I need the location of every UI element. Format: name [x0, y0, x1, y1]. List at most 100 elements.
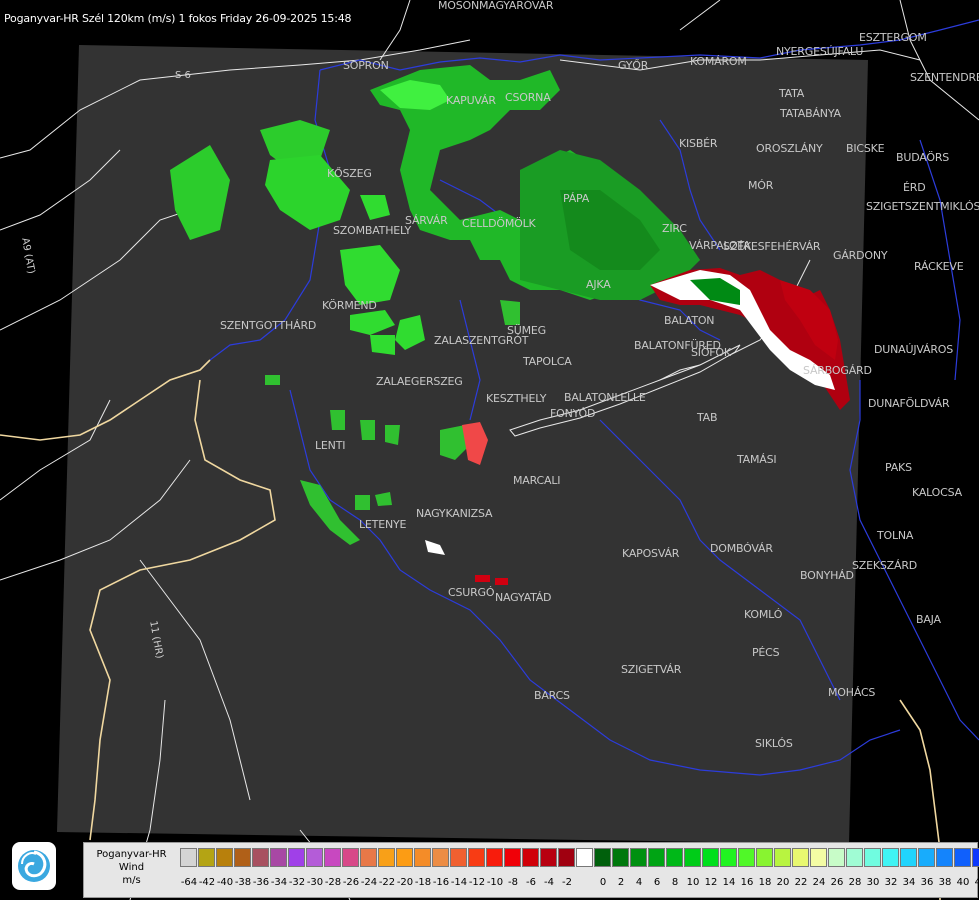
legend-swatch	[846, 848, 863, 867]
legend-swatch	[270, 848, 287, 867]
legend-swatch	[378, 848, 395, 867]
city-label: FONYÓD	[550, 407, 596, 420]
legend-tick-label: -34	[270, 877, 288, 888]
legend-swatch	[360, 848, 377, 867]
legend-swatch	[756, 848, 773, 867]
city-label: ÉRD	[903, 181, 926, 194]
legend-swatch	[828, 848, 845, 867]
map-title: Poganyvar-HR Szél 120km (m/s) 1 fokos Fr…	[4, 12, 352, 25]
legend-tick-label: 32	[884, 877, 898, 888]
legend-swatch	[216, 848, 233, 867]
city-label: PÁPA	[563, 192, 590, 205]
legend-swatch	[612, 848, 629, 867]
legend-tick-label: -26	[342, 877, 360, 888]
city-label: TATA	[779, 87, 805, 100]
legend-swatch	[432, 848, 449, 867]
legend-tick-label: 4	[635, 877, 643, 888]
city-label: MOHÁCS	[828, 686, 876, 699]
legend-tick-label: -22	[378, 877, 396, 888]
legend-swatch	[684, 848, 701, 867]
legend-tick-label: -8	[508, 877, 518, 888]
legend-swatch	[882, 848, 899, 867]
legend-tick-label: -2	[562, 877, 572, 888]
legend-swatch	[594, 848, 611, 867]
city-label: MOSONMAGYARÓVÁR	[438, 0, 554, 12]
city-label: KALOCSA	[912, 486, 962, 499]
legend-swatch	[252, 848, 269, 867]
city-label: SÜMEG	[507, 324, 546, 337]
legend-label: Poganyvar-HR Wind m/s	[84, 843, 179, 897]
legend-swatch	[306, 848, 323, 867]
legend-tick-label: -42	[198, 877, 216, 888]
city-label: KISBÉR	[679, 137, 718, 150]
radar-wind-map	[0, 0, 979, 900]
legend-swatch	[540, 848, 557, 867]
city-label: KAPUVÁR	[446, 94, 496, 107]
legend-tick-label: 0	[599, 877, 607, 888]
legend-tick-label: -36	[252, 877, 270, 888]
city-label: AJKA	[586, 278, 611, 291]
city-label: KŐSZEG	[327, 167, 372, 180]
city-label: MARCALI	[513, 474, 561, 487]
legend-tick-label: -14	[450, 877, 468, 888]
city-label: BALATONFÜRED	[634, 339, 721, 352]
legend-tick-label: 16	[740, 877, 754, 888]
city-label: NAGYATÁD	[495, 591, 552, 604]
legend-swatch	[702, 848, 719, 867]
legend-tick-label: 40	[956, 877, 970, 888]
legend-swatch	[666, 848, 683, 867]
city-label: TAMÁSI	[737, 453, 777, 466]
legend-tick-label: 26	[830, 877, 844, 888]
city-label: BICSKE	[846, 142, 885, 155]
city-label: DOMBÓVÁR	[710, 542, 773, 555]
city-label: CSORNA	[505, 91, 551, 104]
legend-tick-label: -38	[234, 877, 252, 888]
city-label: SZOMBATHELY	[333, 224, 412, 237]
legend-swatch	[648, 848, 665, 867]
city-label: SZENTGOTTHÁRD	[220, 319, 317, 332]
city-label: NYERGESÚJFALU	[776, 45, 864, 58]
city-label: SZEKSZÁRD	[852, 559, 918, 572]
city-label: GYŐR	[618, 59, 649, 72]
legend-tick-label: 24	[812, 877, 826, 888]
legend-tick-label: -4	[544, 877, 554, 888]
legend-swatch	[486, 848, 503, 867]
legend-tick-label: 20	[776, 877, 790, 888]
city-label: PÉCS	[752, 646, 780, 659]
city-label: BONYHÁD	[800, 569, 854, 582]
city-label: SZIGETVÁR	[621, 663, 682, 676]
legend-swatch	[630, 848, 647, 867]
city-label: ZALAEGERSZEG	[376, 375, 463, 388]
city-label: NAGYKANIZSA	[416, 507, 493, 520]
legend-swatch	[414, 848, 431, 867]
legend-swatch	[900, 848, 917, 867]
legend-swatch	[198, 848, 215, 867]
city-label: SIKLÓS	[755, 737, 793, 750]
legend-unit: m/s	[122, 875, 141, 886]
city-label: KOMLÓ	[744, 608, 783, 621]
city-label: KESZTHELY	[486, 392, 547, 405]
city-label: SOPRON	[343, 59, 389, 72]
legend-swatch	[576, 848, 593, 867]
city-label: DUNAFÖLDVÁR	[868, 397, 950, 410]
legend-tick-label: -12	[468, 877, 486, 888]
city-label: PAKS	[885, 461, 912, 474]
legend-tick-label: -64	[180, 877, 198, 888]
city-label: MÓR	[748, 179, 774, 192]
legend-tick-label: -28	[324, 877, 342, 888]
city-label: KÖRMEND	[322, 299, 377, 312]
legend-swatch	[720, 848, 737, 867]
city-label: TOLNA	[877, 529, 914, 542]
legend-tick-label: 18	[758, 877, 772, 888]
legend-tick-label: 10	[686, 877, 700, 888]
legend-tick-label: -24	[360, 877, 378, 888]
legend-swatch	[522, 848, 539, 867]
city-label: BAJA	[916, 613, 941, 626]
legend-swatch	[792, 848, 809, 867]
legend-tick-label: 22	[794, 877, 808, 888]
legend-swatch	[450, 848, 467, 867]
legend-tick-label: 38	[938, 877, 952, 888]
weather-service-logo	[12, 842, 56, 890]
city-label: TATABÁNYA	[780, 107, 841, 120]
city-label: KAPOSVÁR	[622, 547, 680, 560]
